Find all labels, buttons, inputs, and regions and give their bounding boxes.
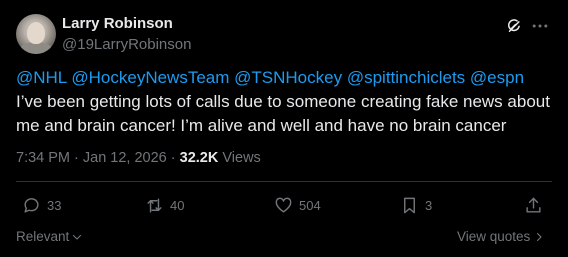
avatar-face [27,22,45,44]
grok-icon[interactable] [505,17,523,35]
meta-separator: · [170,150,180,166]
post-date[interactable]: Jan 12, 2026 [83,150,167,166]
author-handle[interactable]: @19LarryRobinson [62,36,191,53]
repost-icon [147,198,162,213]
bookmark-count: 3 [425,198,433,213]
mention-link[interactable]: @TSNHockey [234,68,342,87]
chevron-right-icon [537,232,542,241]
post-time[interactable]: 7:34 PM [16,150,70,166]
avatar[interactable] [16,14,56,54]
reply-button[interactable]: 33 [22,196,61,215]
divider [16,181,552,182]
chevron-down-icon [73,234,82,240]
share-icon [526,197,541,213]
share-button[interactable] [524,196,549,215]
views-count: 32.2K [179,150,219,166]
views-label: Views [222,150,261,166]
post: Larry Robinson @19LarryRobinson @NHL @Ho… [0,0,568,257]
post-text: @NHL @HockeyNewsTeam @TSNHockey @spittin… [16,66,556,138]
mention-link[interactable]: @spittinchiclets [347,68,465,87]
mention-link[interactable]: @HockeyNewsTeam [71,68,229,87]
reply-icon [24,198,39,213]
like-count: 504 [299,198,321,213]
more-icon[interactable] [530,16,550,36]
post-body: I’ve been getting lots of calls due to s… [16,92,550,135]
meta-separator: · [74,150,83,166]
bookmark-button[interactable]: 3 [400,196,432,215]
repost-button[interactable]: 40 [145,196,184,215]
sort-label: Relevant [16,229,70,244]
mention-link[interactable]: @NHL [16,68,67,87]
repost-count: 40 [170,198,185,213]
mention-link[interactable]: @espn [470,68,524,87]
sort-dropdown[interactable]: Relevant [16,229,83,244]
author-name[interactable]: Larry Robinson [62,15,173,32]
view-quotes-link[interactable]: View quotes [457,229,545,244]
post-meta: 7:34 PM · Jan 12, 2026 · 32.2K Views [16,150,261,166]
view-quotes-label: View quotes [457,229,531,244]
like-button[interactable]: 504 [274,196,321,215]
like-icon [275,197,292,213]
reply-count: 33 [47,198,62,213]
bookmark-icon [404,197,415,214]
